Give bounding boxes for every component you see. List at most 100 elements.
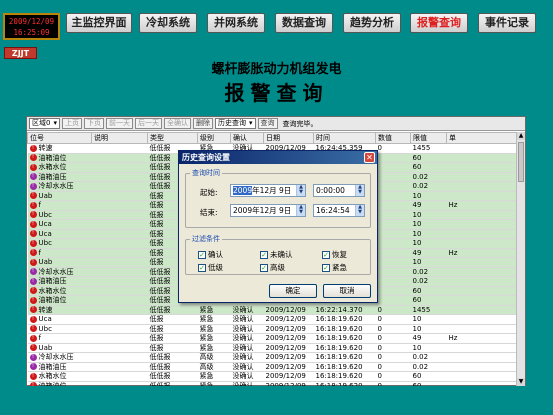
table-cell: 没确认 (230, 352, 264, 363)
table-cell: ! 水箱水位 (27, 286, 92, 296)
table-cell (446, 219, 516, 230)
table-cell: 2009/12/09 (263, 343, 314, 353)
table-cell (91, 343, 148, 353)
nav-main-monitor-button[interactable]: 主监控界面 (66, 13, 132, 33)
table-cell (446, 153, 516, 163)
nav-trend-analysis-button[interactable]: 趋势分析 (343, 13, 401, 33)
spin-arrows-icon[interactable]: ▲ ▼ (355, 205, 364, 216)
table-cell: 0.02 (410, 352, 447, 363)
query-time-label: 查询时间 (190, 168, 222, 178)
column-header[interactable]: 确认 (230, 132, 264, 144)
table-cell: 低低报 (147, 305, 198, 315)
table-scrollbar[interactable]: ▲ ▼ (516, 132, 525, 386)
table-cell (91, 181, 148, 192)
dialog-title-bar[interactable]: 历史查询设置 ✕ (179, 151, 377, 164)
cancel-button[interactable]: 取消 (323, 284, 371, 298)
table-row[interactable]: ! 冷却水水压 低低报 高级 没确认 2009/12/09 16:18:19.620 0 0.0… (27, 352, 516, 363)
nav-cooling-system-button[interactable]: 冷却系统 (139, 13, 197, 33)
spin-arrows-icon[interactable]: ▲ ▼ (296, 185, 305, 196)
column-header[interactable]: 位号 (27, 132, 92, 144)
filter-high-level-checkbox[interactable]: ✓ 高级 (260, 262, 285, 273)
table-cell: 60 (410, 295, 447, 306)
table-cell: 10 (410, 210, 447, 220)
table-cell: ! f (27, 200, 92, 211)
table-cell (91, 162, 148, 173)
query-button[interactable]: 查询 (257, 118, 278, 129)
alarm-status-icon: ! (29, 211, 37, 218)
column-header[interactable]: 单 (446, 132, 516, 144)
table-cell (91, 210, 148, 220)
alarm-status-icon: ! (29, 334, 37, 342)
table-row[interactable]: ! f 低报 紧急 没确认 2009/12/09 16:18:19.620 0 49 Hz (27, 333, 516, 344)
filter-recovered-checkbox[interactable]: ✓ 恢复 (322, 249, 347, 260)
table-cell: ! Uca (27, 314, 92, 325)
close-icon[interactable]: ✕ (364, 152, 375, 163)
spin-arrows-icon[interactable]: ▲ ▼ (355, 185, 364, 196)
table-cell (446, 181, 516, 192)
next-day-button[interactable]: 后一天 (134, 118, 162, 129)
previous-day-button[interactable]: 前一天 (105, 118, 133, 129)
end-time-value: 16:24:54 (316, 206, 350, 215)
next-page-button[interactable]: 下页 (83, 118, 104, 129)
checkmark-icon: ✓ (198, 263, 206, 272)
column-header[interactable]: 数值 (375, 132, 411, 144)
table-cell: 没确认 (230, 314, 264, 325)
table-cell (375, 191, 411, 201)
scroll-down-icon[interactable]: ▼ (517, 378, 525, 386)
column-header[interactable]: 级别 (197, 132, 231, 144)
table-row[interactable]: ! 油箱油压 低低报 高级 没确认 2009/12/09 16:18:19.620 0 0.02 (27, 362, 516, 372)
alarm-tag: 转速 (38, 144, 53, 152)
start-date-picker[interactable]: 2009年12月 9日 ▲ ▼ (230, 184, 306, 197)
filter-low-level-checkbox[interactable]: ✓ 低级 (198, 262, 223, 273)
table-row[interactable]: ! Ubc 低报 紧急 没确认 2009/12/09 16:18:19.620 0 10 (27, 324, 516, 334)
column-header[interactable]: 限值 (410, 132, 447, 144)
table-cell: ! f (27, 248, 92, 258)
nav-alarm-query-button[interactable]: 报警查询 (410, 13, 468, 33)
table-row[interactable]: ! 油箱油位 低低报 紧急 没确认 2009/12/09 16:18:19.620 0 60 (27, 381, 516, 386)
column-header[interactable]: 说明 (91, 132, 148, 144)
history-query-select[interactable]: 历史查询 ▾ (214, 118, 256, 129)
table-row[interactable]: ! Uab 低报 紧急 没确认 2009/12/09 16:18:19.620 0 10 (27, 343, 516, 353)
alarm-tag: 油箱油压 (38, 277, 67, 285)
filter-emergency-checkbox[interactable]: ✓ 紧急 (322, 262, 347, 273)
column-header[interactable]: 时间 (313, 132, 376, 144)
end-time-picker[interactable]: 16:24:54 ▲ ▼ (313, 204, 365, 217)
table-cell: 10 (410, 257, 447, 268)
scroll-up-icon[interactable]: ▲ (517, 132, 525, 140)
ok-button[interactable]: 确定 (269, 284, 317, 298)
alarm-tag: 冷却水水压 (38, 353, 74, 361)
table-cell: 0.02 (410, 172, 447, 182)
table-row[interactable]: ! 水箱水位 低低报 紧急 没确认 2009/12/09 16:18:19.620 0 60 (27, 371, 516, 382)
start-time-picker[interactable]: 0:00:00 ▲ ▼ (313, 184, 365, 197)
table-cell: ! 冷却水水压 (27, 267, 92, 277)
spin-arrows-icon[interactable]: ▲ ▼ (296, 205, 305, 216)
area-select[interactable]: 区域0 ▾ (29, 118, 60, 129)
table-cell: 2009/12/09 (263, 352, 314, 363)
column-header[interactable]: 类型 (147, 132, 198, 144)
table-row[interactable]: ! Uca 低报 紧急 没确认 2009/12/09 16:18:19.620 0 10 (27, 314, 516, 325)
table-cell: 低低报 (147, 362, 198, 372)
alarm-status-icon: ! (29, 287, 37, 294)
table-row[interactable]: ! 转速 低低报 紧急 没确认 2009/12/09 16:22:14.370 0 1455 (27, 305, 516, 315)
column-header[interactable]: 日期 (263, 132, 314, 144)
table-cell: 49 (410, 200, 447, 211)
scrollbar-thumb[interactable] (518, 142, 524, 182)
table-cell: 2009/12/09 (263, 305, 314, 315)
prev-page-button[interactable]: 上页 (61, 118, 82, 129)
nav-grid-system-button[interactable]: 并网系统 (207, 13, 265, 33)
nav-data-query-button[interactable]: 数据查询 (275, 13, 333, 33)
table-cell: 高级 (197, 352, 231, 363)
table-cell: ! Ubc (27, 210, 92, 220)
table-cell: ! Ubc (27, 324, 92, 334)
delete-button[interactable]: 删除 (192, 118, 213, 129)
end-date-picker[interactable]: 2009年12月 9日 ▲ ▼ (230, 204, 306, 217)
filter-confirmed-checkbox[interactable]: ✓ 确认 (198, 249, 223, 260)
table-cell (91, 229, 148, 239)
checkbox-label: 未确认 (270, 250, 293, 259)
table-cell: ! Uab (27, 257, 92, 268)
nav-event-log-button[interactable]: 事件记录 (478, 13, 536, 33)
table-cell: Hz (446, 200, 516, 211)
filter-unconfirmed-checkbox[interactable]: ✓ 未确认 (260, 249, 293, 260)
table-cell (446, 295, 516, 306)
confirm-all-button[interactable]: 全确认 (163, 118, 191, 129)
